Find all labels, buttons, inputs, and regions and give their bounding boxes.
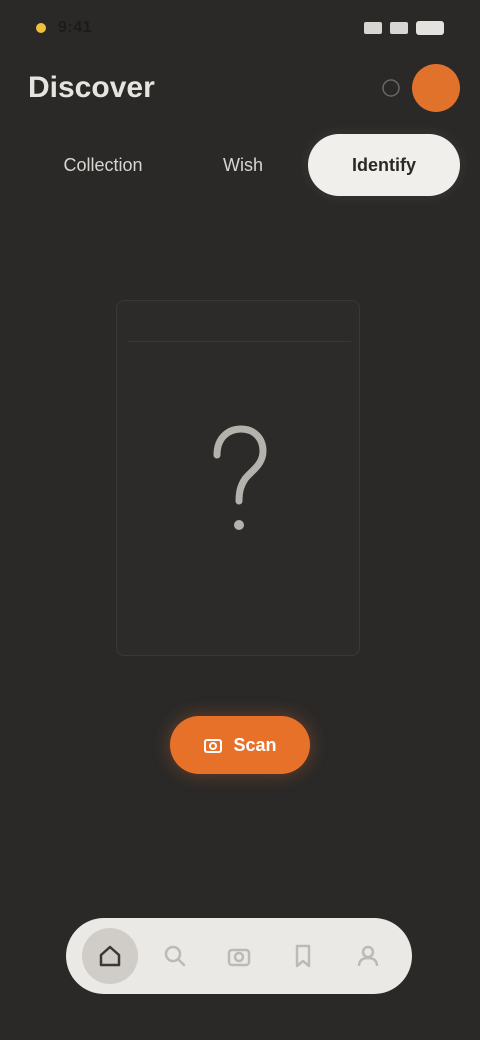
signal-icon: [364, 22, 382, 34]
search-icon: [164, 945, 185, 967]
avatar[interactable]: [412, 64, 460, 112]
battery-icon: [416, 21, 444, 35]
home-icon: [99, 945, 121, 967]
page-title: Discover: [28, 71, 155, 104]
status-left: 9:41: [36, 19, 92, 37]
tab-collection[interactable]: Collection: [28, 134, 178, 196]
nav-search[interactable]: [147, 928, 203, 984]
nav-home[interactable]: [82, 928, 139, 984]
nav-profile[interactable]: [340, 928, 396, 984]
bottom-nav: [66, 918, 412, 994]
info-icon[interactable]: [380, 77, 402, 99]
screen: 9:41 Discover Collection Wish Identify S…: [0, 0, 480, 1040]
header: Discover: [28, 64, 460, 112]
header-actions: [380, 64, 460, 112]
profile-icon: [357, 945, 378, 967]
card-title: [127, 313, 351, 331]
camera-icon: [227, 948, 251, 967]
scan-button[interactable]: Scan: [170, 716, 310, 774]
camera-icon: [203, 735, 223, 755]
card-divider: [127, 341, 351, 342]
placeholder-card: [116, 300, 360, 656]
bookmark-icon: [296, 944, 311, 968]
scan-button-label: Scan: [233, 734, 277, 755]
wifi-icon: [390, 22, 408, 34]
status-bar: 9:41: [0, 0, 480, 56]
notification-dot-icon: [36, 23, 46, 33]
status-right: [364, 21, 444, 35]
tab-wish[interactable]: Wish: [178, 134, 308, 196]
tab-bar: Collection Wish Identify: [28, 134, 460, 196]
nav-bookmark[interactable]: [275, 928, 331, 984]
status-time: 9:41: [58, 19, 93, 36]
nav-camera[interactable]: [211, 928, 267, 984]
tab-identify[interactable]: Identify: [308, 134, 460, 196]
question-mark-icon: [199, 421, 279, 541]
